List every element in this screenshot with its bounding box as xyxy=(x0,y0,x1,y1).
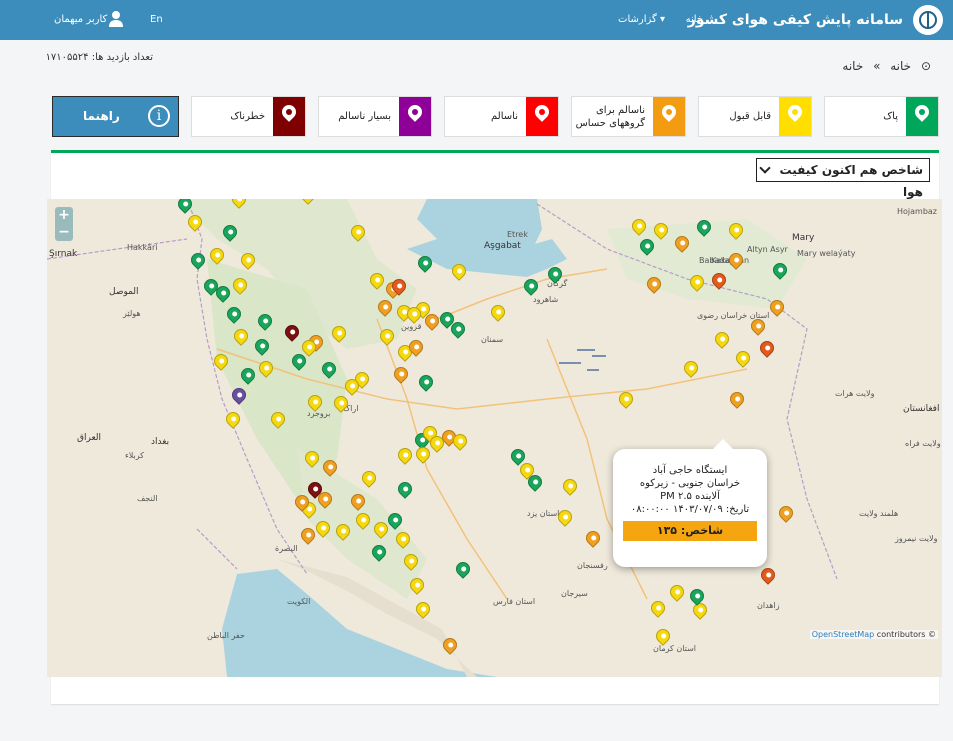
legend-unhealthy-label: ناسالم xyxy=(491,111,518,122)
language-switch[interactable]: En xyxy=(150,0,163,40)
user-icon[interactable] xyxy=(108,10,126,28)
map-attribution: OpenStreetMap contributors © xyxy=(809,630,938,639)
map-label-herat: ولایت هرات xyxy=(835,389,875,398)
map-label-yazd: استان یزد xyxy=(527,509,560,518)
popup-region: خراسان جنوبی - زیرکوه xyxy=(639,478,741,489)
check-circle-icon: ⊙ xyxy=(920,59,931,73)
map-label-kaka: Kaka xyxy=(711,256,731,265)
index-type-select[interactable]: شاخص هم اکنون کیفیت هوا xyxy=(756,158,930,199)
map-label-mary_welayaty: Mary welaýaty xyxy=(797,249,856,258)
site-logo-icon[interactable] xyxy=(913,5,943,35)
map-label-hojambaz: Hojambaz xyxy=(897,207,938,216)
map-pin-icon xyxy=(659,102,679,122)
map-label-fars: استان فارس xyxy=(493,597,536,606)
popup-date: تاریخ: ۱۴۰۳/۰۷/۰۹ ۰۸:۰۰:۰۰ xyxy=(630,504,750,515)
map-pin-icon xyxy=(279,102,299,122)
top-navbar: سامانه پایش کیفی هوای کشور خانه گزارشات … xyxy=(0,0,953,40)
map-label-afghanistan: افغانستان xyxy=(903,404,940,414)
map-pin-icon xyxy=(405,102,425,122)
map-pin-icon xyxy=(532,102,552,122)
legend-good: پاک xyxy=(824,96,939,137)
legend-unhealthy: ناسالم xyxy=(444,96,559,137)
map-label-hakkari: Hakkâri xyxy=(127,243,158,252)
legend-hazardous: خطرناک xyxy=(191,96,306,137)
map-label-ashgabat: Aşgabat xyxy=(484,241,521,251)
legend-moderate: قابل قبول xyxy=(698,96,812,137)
map-label-shahrud: شاهرود xyxy=(533,295,559,304)
legend-sensitive-label: ناسالم برای گروههای حساس xyxy=(575,104,645,129)
legend-sensitive: ناسالم برای گروههای حساس xyxy=(571,96,686,137)
legend-moderate-swatch xyxy=(779,97,811,136)
map-label-rafsanjan: رفسنجان xyxy=(577,561,608,570)
map-label-sirjan: سیرجان xyxy=(561,589,588,598)
map-label-semnan: سمنان xyxy=(481,335,504,344)
map-label-farah: ولایت فراه xyxy=(905,439,941,448)
popup-pollutant: آلاینده PM ۲.۵ xyxy=(660,491,720,502)
zoom-out-button[interactable]: − xyxy=(55,224,73,241)
legend-sensitive-swatch xyxy=(653,97,685,136)
breadcrumb-current: خانه xyxy=(842,59,864,73)
index-type-selected: شاخص هم اکنون کیفیت هوا xyxy=(779,163,923,199)
map-label-qazvin: قزوین xyxy=(401,322,422,331)
legend-hazardous-label: خطرناک xyxy=(230,111,265,122)
map-label-kerman: استان کرمان xyxy=(653,644,697,653)
attribution-suffix: contributors © xyxy=(874,630,936,639)
breadcrumb: ⊙ خانه » خانه xyxy=(836,59,931,73)
air-quality-map[interactable]: + − Aşgabat Babadayhan Hojambaz Etrek Mary Ma… xyxy=(47,199,942,677)
map-label-karbala: كربلاء xyxy=(125,451,144,460)
site-title[interactable]: سامانه پایش کیفی هوای کشور xyxy=(688,0,903,40)
legend-very-unhealthy-swatch xyxy=(399,97,431,136)
legend-hazardous-swatch xyxy=(273,97,305,136)
map-label-helmand: هلمند ولایت xyxy=(859,509,899,518)
nav-reports-label: گزارشات xyxy=(618,14,657,25)
nav-home[interactable]: خانه xyxy=(686,0,703,40)
legend-unhealthy-swatch xyxy=(526,97,558,136)
map-label-mary: Mary xyxy=(792,233,815,243)
legend-very-unhealthy-label: بسیار ناسالم xyxy=(338,111,391,122)
map-label-sirnak: Şırnak xyxy=(49,249,78,259)
zoom-in-button[interactable]: + xyxy=(55,207,73,224)
guide-button[interactable]: راهنما i xyxy=(52,96,179,137)
legend-good-label: پاک xyxy=(883,111,898,122)
popup-index-badge: شاخص: ۱۳۵ xyxy=(623,521,757,541)
map-label-etrek: Etrek xyxy=(507,230,528,239)
map-label-baghdad: بغداد xyxy=(151,437,170,447)
map-label-kuwait: الكويت xyxy=(287,597,311,606)
popup-station-name: ایستگاه حاجی آباد xyxy=(652,465,728,476)
map-label-nimruz: ولایت نیمروز xyxy=(895,534,938,543)
guest-user-menu[interactable]: کاربر میهمان xyxy=(54,0,107,40)
station-popup: ایستگاه حاجی آباد خراسان جنوبی - زیرکوه … xyxy=(613,439,767,567)
caret-down-icon: ▾ xyxy=(659,14,665,25)
map-label-mosul: الموصل xyxy=(109,287,139,297)
legend-very-unhealthy: بسیار ناسالم xyxy=(318,96,432,137)
legend-good-swatch xyxy=(906,97,938,136)
map-pin-icon xyxy=(785,102,805,122)
map-label-altyn_asyr: Altyn Asyr xyxy=(747,245,788,254)
breadcrumb-home[interactable]: خانه xyxy=(890,59,911,73)
osm-attribution-link[interactable]: OpenStreetMap xyxy=(812,630,875,639)
map-label-iraq: العراق xyxy=(77,433,102,443)
map-label-basra: البصرة xyxy=(275,544,298,553)
map-label-hafr: حفر الباطن xyxy=(207,631,245,640)
map-label-najaf: النجف xyxy=(137,494,158,503)
map-label-zahedan: زاهدان xyxy=(757,601,780,610)
zoom-control: + − xyxy=(55,207,73,241)
legend-moderate-label: قابل قبول xyxy=(729,111,771,122)
breadcrumb-separator: » xyxy=(873,59,881,73)
guide-button-label: راهنما xyxy=(83,109,120,123)
visit-counter: تعداد بازدید ها: ۱۷۱۰۵۵۲۴ xyxy=(45,52,153,63)
map-pin-icon xyxy=(912,102,932,122)
info-icon: i xyxy=(148,105,170,127)
map-label-erbil: هولێر xyxy=(123,309,141,318)
nav-reports-dropdown[interactable]: گزارشات ▾ xyxy=(618,0,665,40)
map-label-boroujerd: بروجرد xyxy=(307,409,331,418)
